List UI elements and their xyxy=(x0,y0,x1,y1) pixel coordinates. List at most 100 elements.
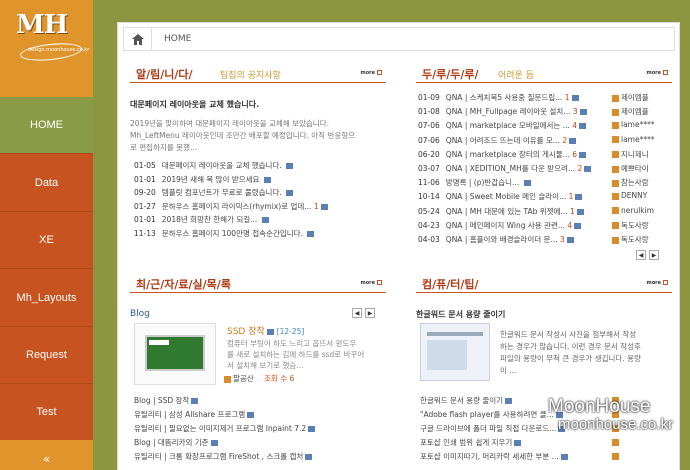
nav-xe[interactable]: XE xyxy=(0,212,93,269)
home-icon[interactable] xyxy=(124,28,152,50)
qna-item[interactable]: 04-23 QNA | 메인페이지 Wing 사용 관련... 4 xyxy=(418,220,608,231)
user-icon xyxy=(612,222,619,230)
user-icon xyxy=(612,438,619,446)
breadcrumb-home[interactable]: HOME xyxy=(164,34,191,44)
qna-author[interactable]: 지니제니 xyxy=(612,149,649,160)
recent-tab-blog[interactable]: Blog xyxy=(130,309,150,319)
qna-author[interactable]: lame**** xyxy=(612,135,655,144)
qna-item[interactable]: 07-06 QNA | marketplace 모바일에서는 ... 4 xyxy=(418,120,608,131)
file-icon xyxy=(505,398,513,404)
recent-item[interactable]: Blog | 대뜸리카외 기준 xyxy=(134,437,218,448)
qna-author[interactable]: DENNY xyxy=(612,191,647,200)
user-icon xyxy=(224,375,231,383)
sidebar: MH design.moonhouse.co.kr HOME Data XE M… xyxy=(0,0,93,470)
file-icon xyxy=(320,203,328,210)
qna-item[interactable]: 01-08 QNA | MH_Fullpage 레이아웃 설치... 3 xyxy=(418,106,608,117)
file-icon xyxy=(584,166,592,172)
computer-author[interactable] xyxy=(612,437,621,446)
nav-data[interactable]: Data xyxy=(0,155,93,212)
file-icon xyxy=(569,137,577,144)
computer-body-3: 파일의 용량이 무척 큰 경우가 생깁니다. 용량 xyxy=(500,354,641,363)
qna-panel: 두/루/두/루/ 어려운 듬 more 01-09 QNA | 스케치북5 사용중… xyxy=(416,63,672,278)
computer-panel: 컴/퓨/터/팁/ more 한글워드 문서 용량 줄이기 한글워드 문서 작성시… xyxy=(416,273,672,470)
recent-next-button[interactable]: ▶ xyxy=(365,308,375,318)
notice-item[interactable]: 01-01 2019년 새해 복 많이 받으세요 xyxy=(134,174,271,185)
notice-headline[interactable]: 대문페이지 레이아웃을 교체 했습니다. xyxy=(130,99,259,110)
file-icon xyxy=(514,440,522,446)
notice-item[interactable]: 01-05 대문페이지 레이아웃을 교체 했습니다. xyxy=(134,160,294,171)
recent-thumbnail[interactable] xyxy=(134,323,216,385)
qna-author[interactable]: 독도사랑 xyxy=(612,234,649,245)
computer-thumbnail[interactable] xyxy=(420,323,490,381)
notice-more-button[interactable]: more xyxy=(360,70,382,76)
qna-item[interactable]: 03-07 QNA | XEDITION_MH를 다운 받으려... 2 xyxy=(418,163,608,174)
user-icon xyxy=(612,94,619,102)
user-icon xyxy=(612,192,619,200)
qna-item[interactable]: 11-06 방명록 | (p)반갑습니... xyxy=(418,177,608,188)
recent-item[interactable]: 유틸리티 | 크롬 확장프로그램 FireShot , 스크롤 캡처 xyxy=(134,451,313,462)
qna-author[interactable]: lame**** xyxy=(612,120,655,129)
computer-author[interactable] xyxy=(612,451,621,460)
recent-item-desc-2: 를 새로 설치하는 김에 하드를 ssd로 바꾸어 xyxy=(227,350,365,359)
computer-item[interactable]: 포토샵 인쇄 범위 쉽게 지우기 xyxy=(420,437,612,448)
file-icon xyxy=(579,123,587,130)
file-icon xyxy=(579,151,587,158)
file-icon xyxy=(523,180,531,187)
computer-item[interactable]: 포토샵 이미지따기, 머리카락 세세한 부분 ... xyxy=(420,451,612,462)
user-icon xyxy=(612,452,619,460)
logo-text: MH xyxy=(16,10,68,40)
qna-title: 두/루/두/루/ xyxy=(422,68,479,81)
computer-headline[interactable]: 한글워드 문서 용량 줄이기 xyxy=(416,309,505,320)
file-icon xyxy=(560,454,568,460)
file-icon xyxy=(566,237,574,243)
notice-item[interactable]: 09-20 템플릿 컴포넌트가 무료로 풀렸습니다. xyxy=(134,187,294,198)
computer-body-2: 하는 경우가 많습니다. 이런 경우 문서 작성후 xyxy=(500,342,641,351)
file-icon xyxy=(261,217,269,223)
recent-item-desc-3: 서 설치해 보기로 했슴... xyxy=(227,361,304,370)
notice-body-3: 로 편집하지를 못했... xyxy=(130,143,198,152)
file-icon xyxy=(286,163,294,169)
qna-next-button[interactable]: ▶ xyxy=(649,250,659,260)
qna-more-button[interactable]: more xyxy=(646,70,668,76)
recent-prev-button[interactable]: ◀ xyxy=(352,308,362,318)
file-icon xyxy=(579,109,587,116)
recent-item[interactable]: Blog | SSD 장착 xyxy=(134,395,199,406)
notice-item[interactable]: 11-13 문하우스 홈페이지 100만명 접속순간입니다. xyxy=(134,228,315,239)
nav-request[interactable]: Request xyxy=(0,327,93,384)
qna-author[interactable]: 예쁘타이 xyxy=(612,163,649,174)
user-icon xyxy=(612,136,619,144)
qna-author[interactable]: 참는사람 xyxy=(612,177,649,188)
notice-item[interactable]: 01-01 2018년 희망찬 한해가 되길... xyxy=(134,214,269,225)
qna-item[interactable]: 05-24 QNA | MH 대문에 있는 TAb 위젯에... 1 xyxy=(418,206,608,217)
nav-test[interactable]: Test xyxy=(0,384,93,441)
notice-title: 알/림/니/다/ xyxy=(136,68,193,81)
site-logo[interactable]: MH design.moonhouse.co.kr xyxy=(0,0,93,97)
recent-item[interactable]: 유틸리티 | 필요없는 이미지제거 프로그램 Inpaint 7.2 xyxy=(134,423,316,434)
qna-item[interactable]: 04-03 QNA | 홈플이와 배경슬라이더 문... 3 xyxy=(418,234,608,245)
logo-subtitle: design.moonhouse.co.kr xyxy=(28,47,90,53)
computer-more-button[interactable]: more xyxy=(646,280,668,286)
qna-author[interactable]: 제이엠플 xyxy=(612,106,649,117)
notice-item[interactable]: 01-27 문하우스 홈페이지 라이믹스(rhymix)로 업데... 1 xyxy=(134,201,328,212)
user-icon xyxy=(612,121,619,129)
qna-prev-button[interactable]: ◀ xyxy=(636,250,646,260)
sidebar-bottom-toggle[interactable]: « xyxy=(0,440,93,470)
qna-item[interactable]: 01-09 QNA | 스케치북5 사용중 질문드립... 1 xyxy=(418,92,608,103)
computer-title: 컴/퓨/터/팁/ xyxy=(422,278,479,291)
qna-item[interactable]: 10-14 QNA | Sweet Mobile 메인 슬라이... 1 xyxy=(418,191,608,202)
nav-home[interactable]: HOME xyxy=(0,97,93,154)
qna-author[interactable]: 독도사랑 xyxy=(612,220,649,231)
recent-item[interactable]: 유틸리티 | 삼성 Allshare 프로그램 xyxy=(134,409,255,420)
qna-item[interactable]: 07-06 QNA | 어려조드 뜨는데 이유를 모... 2 xyxy=(418,135,608,146)
nav-mh-layouts[interactable]: Mh_Layouts xyxy=(0,270,93,327)
recent-more-button[interactable]: more xyxy=(360,280,382,286)
recent-panel: 최/근/자/료/실/목/록 more Blog ◀ ▶ SSD 장착 [12-2… xyxy=(130,273,386,470)
file-icon xyxy=(286,190,294,196)
file-icon xyxy=(308,426,316,432)
qna-subtitle: 어려운 듬 xyxy=(498,71,534,81)
qna-item[interactable]: 06-20 QNA | marketplace 장터의 게시물... 6 xyxy=(418,149,608,160)
qna-author[interactable]: 제이엠플 xyxy=(612,92,649,103)
user-icon xyxy=(612,151,619,159)
qna-author[interactable]: nerulkim xyxy=(612,206,654,215)
recent-item-title[interactable]: SSD 장착 [12-25] xyxy=(227,324,304,337)
